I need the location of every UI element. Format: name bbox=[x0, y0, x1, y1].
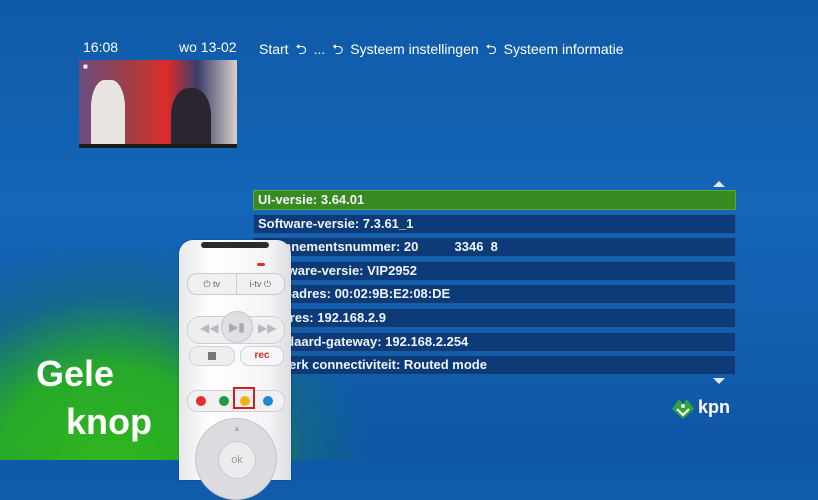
tv-preview: ■ bbox=[79, 60, 237, 148]
kpn-logo-text: kpn bbox=[698, 397, 731, 417]
record-button[interactable]: rec bbox=[240, 346, 284, 366]
info-row-ui-version[interactable]: UI-versie: 3.64.01 bbox=[253, 190, 736, 210]
scroll-up-icon[interactable] bbox=[713, 181, 725, 187]
fast-forward-icon[interactable]: ▶▶ bbox=[258, 321, 276, 335]
breadcrumb-back-icon: ⮌ bbox=[295, 41, 307, 57]
tv-power-button[interactable]: ⏻ tv bbox=[188, 274, 237, 294]
breadcrumb-system-settings[interactable]: Systeem instellingen bbox=[350, 41, 478, 57]
info-row-ip-address[interactable]: IP-adres: 192.168.2.9 bbox=[253, 307, 736, 328]
info-row-network-connectivity[interactable]: Netwerk connectiviteit: Routed mode bbox=[253, 355, 736, 376]
info-row-mac-address[interactable]: MAC-adres: 00:02:9B:E2:08:DE bbox=[253, 284, 736, 305]
dpad-up-icon[interactable]: ▲ bbox=[233, 424, 241, 433]
info-row-hardware-version[interactable]: Hardware-versie: VIP2952 bbox=[253, 260, 736, 281]
power-button-group: ⏻ tv i-tv ⏻ bbox=[187, 273, 285, 295]
clock-time: 16:08 bbox=[83, 39, 119, 55]
info-row-default-gateway[interactable]: Standaard-gateway: 192.168.2.254 bbox=[253, 331, 736, 352]
green-button[interactable] bbox=[219, 396, 229, 406]
channel-tag-icon: ■ bbox=[83, 62, 88, 71]
stop-button[interactable] bbox=[189, 346, 235, 366]
remote-control: ⏻ tv i-tv ⏻ ◀◀ ▶▶ ▶▮ rec ▲ ok bbox=[179, 240, 291, 500]
breadcrumb-start[interactable]: Start bbox=[259, 41, 289, 57]
red-button[interactable] bbox=[196, 396, 206, 406]
caption-line-2: knop bbox=[66, 401, 152, 442]
clock-date: wo 13-02 bbox=[179, 39, 237, 55]
kpn-logo-icon bbox=[672, 399, 694, 419]
breadcrumb-ellipsis[interactable]: ... bbox=[314, 41, 326, 57]
rewind-icon[interactable]: ◀◀ bbox=[200, 321, 218, 335]
breadcrumb: Start ⮌ ... ⮌ Systeem instellingen ⮌ Sys… bbox=[259, 39, 623, 63]
preview-figure bbox=[91, 80, 125, 144]
itv-power-button[interactable]: i-tv ⏻ bbox=[237, 274, 285, 294]
scroll-down-icon[interactable] bbox=[713, 378, 725, 384]
system-info-list: UI-versie: 3.64.01 Software-versie: 7.3.… bbox=[253, 190, 736, 379]
remote-led bbox=[257, 263, 265, 266]
info-row-software-version[interactable]: Software-versie: 7.3.61_1 bbox=[253, 213, 736, 234]
breadcrumb-back-icon: ⮌ bbox=[332, 41, 344, 57]
blue-button[interactable] bbox=[263, 396, 273, 406]
preview-figure bbox=[171, 88, 211, 144]
info-row-subscription-number[interactable]: Abonnementsnummer: 20 3346 8 bbox=[253, 237, 736, 258]
stop-icon bbox=[208, 352, 216, 360]
kpn-logo: kpn bbox=[670, 393, 736, 423]
breadcrumb-system-info: Systeem informatie bbox=[503, 41, 624, 57]
navigation-dpad[interactable]: ▲ ok bbox=[195, 418, 277, 500]
caption-line-1: Gele bbox=[36, 353, 115, 394]
remote-ir-bar bbox=[201, 242, 269, 248]
ok-button[interactable]: ok bbox=[218, 441, 256, 479]
yellow-button-highlight bbox=[233, 387, 255, 409]
breadcrumb-back-icon: ⮌ bbox=[485, 41, 497, 57]
play-pause-button[interactable]: ▶▮ bbox=[221, 311, 253, 343]
